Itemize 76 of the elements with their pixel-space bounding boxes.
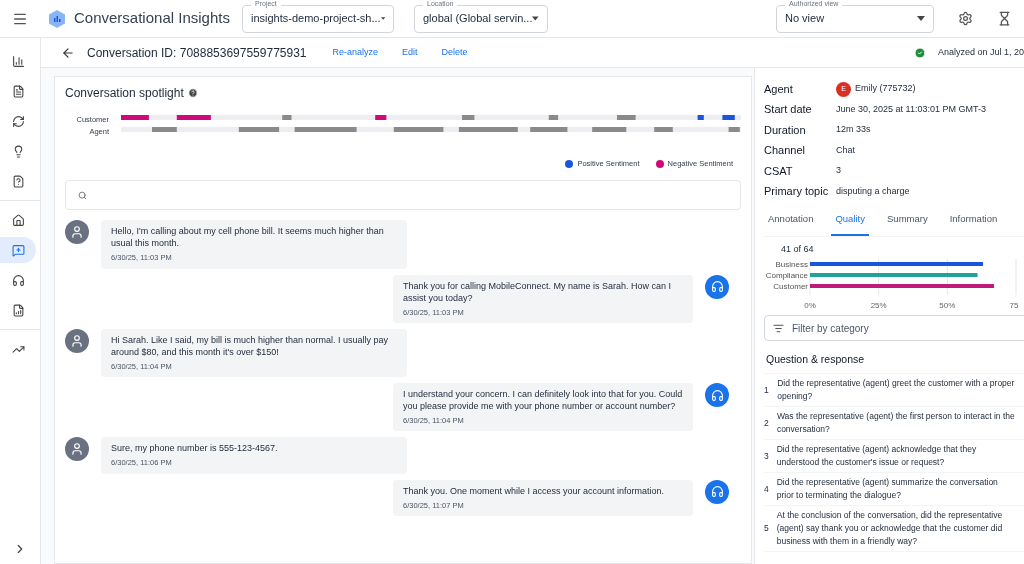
- success-check-icon: [913, 46, 926, 59]
- filter-placeholder: Filter by category: [792, 321, 869, 336]
- detail-value: June 30, 2025 at 11:03:01 PM GMT-3: [836, 102, 986, 116]
- filter-icon: [773, 322, 784, 334]
- refresh-icon: [11, 114, 25, 128]
- question-text: At the conclusion of the conversation, did the representative (agent) say thank you or acknowledge that the customer did business with them in a friendly way?: [776, 509, 1004, 548]
- tab[interactable]: Annotation: [764, 207, 818, 236]
- message-text: Hello, I'm calling about my cell phone bill. It seems much higher than usual this month.: [111, 225, 385, 250]
- action-link[interactable]: Edit: [396, 45, 424, 60]
- detail-value: Chat: [836, 143, 855, 157]
- detail-label: Primary topic: [764, 184, 830, 200]
- headset-icon: [705, 274, 729, 299]
- message-text: Thank you for calling MobileConnect. My name is Sarah. How can I assist you today?: [403, 279, 673, 304]
- home-icon: [11, 213, 25, 227]
- conversation-id: Conversation ID: 7088853697559775931: [87, 44, 307, 62]
- help-icon[interactable]: [187, 88, 198, 98]
- category-label: Customer: [773, 282, 808, 292]
- avatar-icon: [65, 328, 89, 353]
- category-label: Business: [775, 260, 808, 270]
- tab[interactable]: Summary: [883, 207, 932, 236]
- headset-icon: [705, 383, 729, 407]
- axis-tick-label: 25%: [870, 301, 887, 311]
- message-text: Sure, my phone number is 555-123-4567.: [111, 442, 279, 455]
- score-count: 41 of 64: [781, 242, 815, 256]
- axis-tick-label: 50%: [939, 301, 956, 311]
- detail-value: 12m 33s: [836, 123, 871, 137]
- headset-icon: [705, 479, 729, 504]
- avatar-icon: [65, 437, 89, 462]
- filter-field[interactable]: Filter by category: [764, 315, 1024, 342]
- analysis-status: Analyzed on Jul 1, 20: [937, 45, 1024, 59]
- message-text: Hi Sarah. Like I said, my bill is much higher than normal. I usually pay around $80, and this month it's over $150!: [111, 333, 390, 358]
- section-title: Question & response: [766, 352, 866, 368]
- action-link[interactable]: Delete: [435, 45, 474, 60]
- question-number: 3: [764, 449, 769, 463]
- tab[interactable]: Information: [945, 207, 1002, 236]
- detail-label: Duration: [764, 122, 807, 138]
- detail-label: Channel: [764, 143, 806, 159]
- search-field[interactable]: [65, 180, 741, 211]
- question-number: 1: [764, 383, 770, 397]
- settings-icon[interactable]: [958, 11, 973, 26]
- hourglass-icon[interactable]: [997, 11, 1012, 26]
- detail-label: Agent: [764, 81, 794, 97]
- tab[interactable]: Quality: [831, 207, 869, 236]
- question-text: Was the representative (agent) the first person to interact in the conversation?: [776, 410, 1016, 436]
- question-text: Did the representative (agent) acknowledge that they understood the customer's issue or request?: [776, 443, 978, 469]
- detail-label: CSAT: [764, 163, 794, 179]
- dropdown-caret-icon: [380, 16, 385, 21]
- detail-value: Emily (775732): [855, 82, 916, 96]
- detail-value: disputing a charge: [836, 184, 910, 198]
- axis-tick-label: 0%: [804, 301, 816, 311]
- app-title: Conversational Insights: [74, 8, 231, 29]
- action-link[interactable]: Re-analyze: [326, 45, 385, 60]
- headset-icon: [11, 273, 25, 287]
- report-icon: [11, 303, 25, 317]
- search-icon: [78, 190, 87, 200]
- category-label: Compliance: [765, 271, 808, 281]
- section-title: Conversation spotlight: [65, 85, 184, 102]
- app-logo-icon: [48, 8, 66, 29]
- dropdown-caret-icon: [917, 16, 925, 21]
- detail-label: Start date: [764, 102, 813, 118]
- nav-item[interactable]: [0, 237, 36, 263]
- avatar-icon: [65, 220, 89, 245]
- question-text: Did the representative (agent) greet the customer with a proper opening?: [777, 377, 1016, 403]
- question-number: 5: [764, 522, 769, 535]
- message-text: Thank you. One moment while I access your account information.: [403, 484, 666, 497]
- axis-tick-label: 75: [1009, 301, 1019, 311]
- question-card-icon: [11, 174, 25, 188]
- dropdown-caret-icon: [532, 16, 539, 21]
- detail-value: 3: [836, 164, 841, 178]
- question-text: Did the representative (agent) summarize the conversation prior to terminating the dialogue?: [776, 476, 999, 502]
- message-text: I understand your concern. I can definitely look into that for you. Could you please provide me with your phone number or account number?: [403, 388, 683, 412]
- chat-sparkle-icon: [11, 243, 25, 257]
- question-number: 2: [764, 416, 769, 430]
- bar-chart-icon: [11, 54, 25, 68]
- question-number: 4: [764, 482, 769, 496]
- document-icon: [11, 84, 25, 98]
